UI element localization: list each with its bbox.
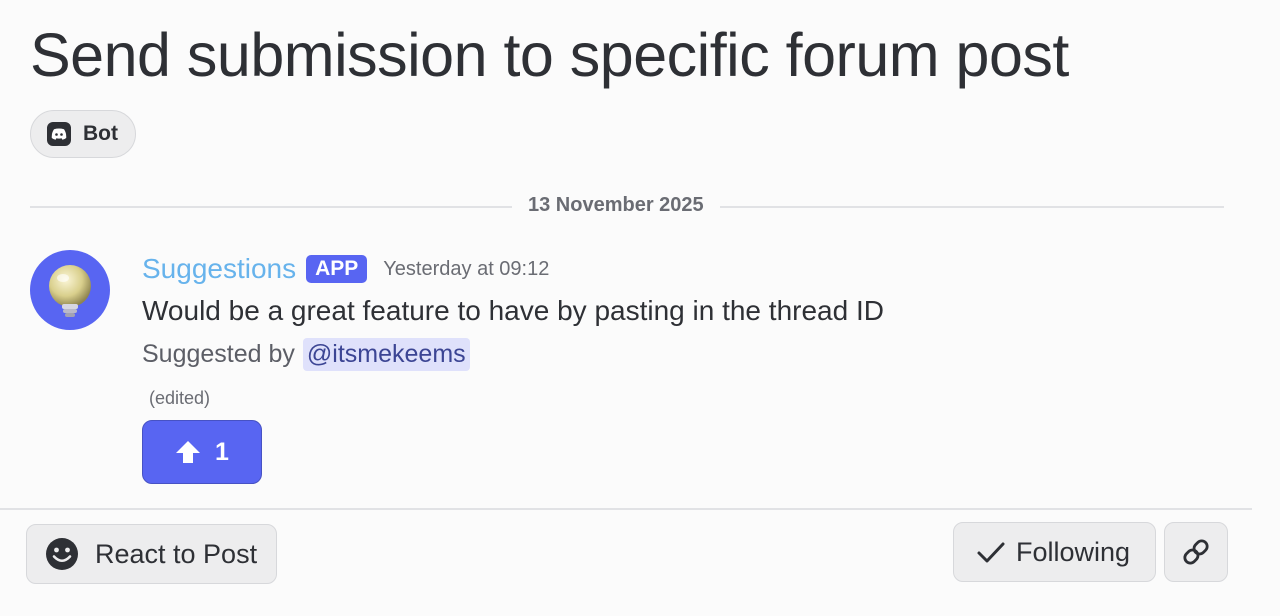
author-name[interactable]: Suggestions <box>142 253 296 285</box>
following-button[interactable]: Following <box>953 522 1156 582</box>
user-mention[interactable]: @itsmekeems <box>302 337 470 371</box>
forum-post-view: Send submission to specific forum post B… <box>0 0 1280 616</box>
message-text: Would be a great feature to have by past… <box>142 295 884 326</box>
lightbulb-icon <box>49 265 91 317</box>
link-icon <box>1183 539 1209 565</box>
message-header: Suggestions APP Yesterday at 09:12 <box>142 252 549 286</box>
tag-bot[interactable]: Bot <box>30 110 136 158</box>
arrow-up-icon <box>176 441 201 463</box>
react-to-post-label: React to Post <box>95 538 258 569</box>
suggested-by-label: Suggested by <box>142 339 295 368</box>
following-label: Following <box>1016 536 1131 567</box>
checkmark-icon <box>977 542 1005 563</box>
footer-divider <box>0 508 1252 510</box>
upvote-reaction-button[interactable]: 1 <box>142 420 262 484</box>
post-title: Send submission to specific forum post <box>30 21 1069 89</box>
edited-indicator: (edited) <box>149 388 211 408</box>
react-to-post-button[interactable]: React to Post <box>26 524 277 584</box>
smiley-icon <box>46 538 78 570</box>
suggested-by: Suggested by @itsmekeems <box>142 335 470 373</box>
app-badge: APP <box>306 255 368 283</box>
message-timestamp[interactable]: Yesterday at 09:12 <box>383 258 549 281</box>
avatar[interactable] <box>30 250 110 330</box>
discord-icon <box>47 122 71 146</box>
tag-label: Bot <box>83 122 118 145</box>
reaction-count: 1 <box>215 437 229 466</box>
copy-link-button[interactable] <box>1164 522 1228 582</box>
divider-date: 13 November 2025 <box>512 194 720 217</box>
